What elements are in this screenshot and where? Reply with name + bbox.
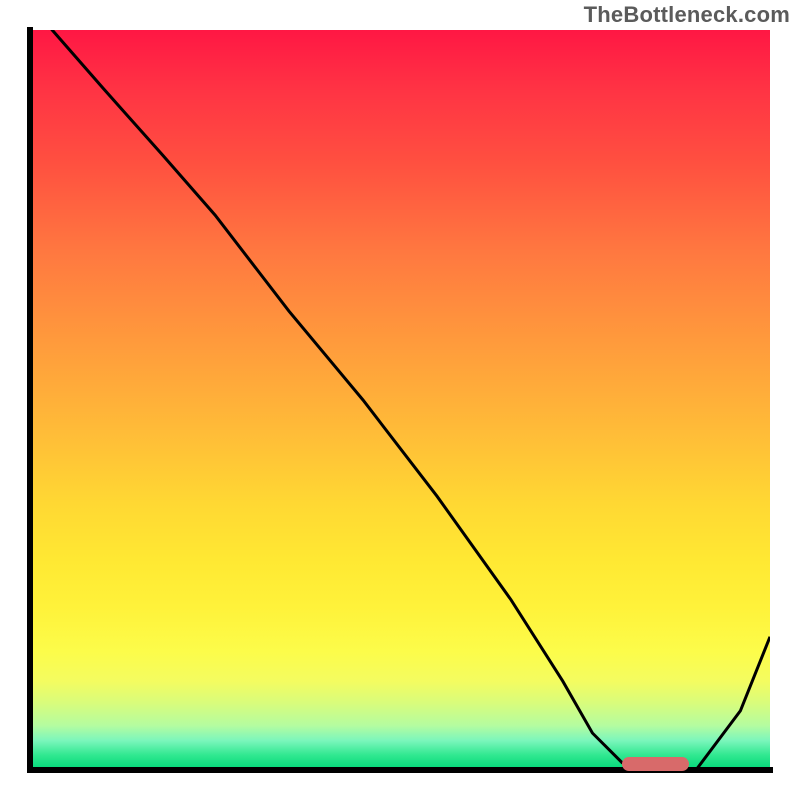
bottleneck-curve — [30, 30, 770, 770]
chart-container: TheBottleneck.com — [0, 0, 800, 800]
watermark-text: TheBottleneck.com — [584, 2, 790, 28]
optimal-range-marker — [622, 757, 689, 771]
curve-path — [30, 30, 770, 770]
